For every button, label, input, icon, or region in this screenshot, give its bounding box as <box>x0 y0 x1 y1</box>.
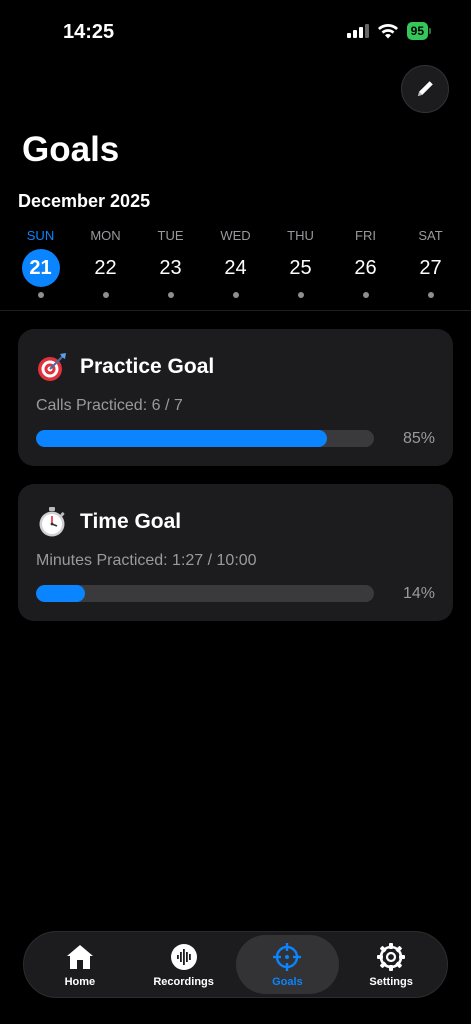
day-activity-dot <box>102 292 109 298</box>
day-sun[interactable]: SUN 21 <box>8 228 73 302</box>
day-number: 25 <box>289 256 312 279</box>
cellular-signal-icon <box>346 24 369 38</box>
tab-settings[interactable]: Settings <box>339 935 443 994</box>
day-number: 24 <box>224 256 247 279</box>
dart-target-icon <box>36 351 68 383</box>
day-name: TUE <box>157 228 184 243</box>
goal-title: Time Goal <box>80 510 182 533</box>
tab-bar: Home Recordings Goals Settings <box>23 931 448 998</box>
time-goal-card[interactable]: Time Goal Minutes Practiced: 1:27 / 10:0… <box>18 484 453 621</box>
tab-label: Settings <box>369 975 413 988</box>
gear-icon <box>376 942 406 972</box>
day-mon[interactable]: MON 22 <box>73 228 138 302</box>
day-activity-dot <box>232 292 239 298</box>
goal-title: Practice Goal <box>80 355 215 378</box>
day-name: MON <box>90 228 121 243</box>
day-activity-dot <box>37 292 44 298</box>
day-number: 22 <box>94 256 117 279</box>
day-activity-dot <box>362 292 369 298</box>
battery-level: 95 <box>406 22 428 40</box>
progress-percent: 85% <box>402 430 435 447</box>
practice-goal-card[interactable]: Practice Goal Calls Practiced: 6 / 7 85% <box>18 329 453 466</box>
goal-subtitle: Calls Practiced: 6 / 7 <box>36 397 183 414</box>
wifi-icon <box>377 24 398 39</box>
tab-label: Home <box>64 975 96 988</box>
progress-fill <box>36 430 327 447</box>
day-number: 27 <box>419 256 442 279</box>
month-label: December 2025 <box>18 191 151 211</box>
status-indicators: 95 <box>346 22 431 40</box>
divider <box>0 310 471 311</box>
waveform-icon <box>169 942 199 972</box>
day-activity-dot <box>167 292 174 298</box>
progress-fill <box>36 585 85 602</box>
progress-bar <box>36 585 374 602</box>
day-fri[interactable]: FRI 26 <box>333 228 398 302</box>
battery-icon: 95 <box>406 22 431 40</box>
tab-label: Recordings <box>153 975 214 988</box>
day-name: THU <box>287 228 314 243</box>
day-wed[interactable]: WED 24 <box>203 228 268 302</box>
day-thu[interactable]: THU 25 <box>268 228 333 302</box>
day-activity-dot <box>427 292 434 298</box>
day-name: WED <box>220 228 251 243</box>
day-name: SUN <box>26 228 55 243</box>
day-sat[interactable]: SAT 27 <box>398 228 463 302</box>
edit-goals-button[interactable] <box>401 65 449 113</box>
day-name: FRI <box>355 228 376 243</box>
status-time: 14:25 <box>63 21 115 43</box>
progress-percent: 14% <box>402 585 435 602</box>
day-number: 23 <box>159 256 182 279</box>
day-tue[interactable]: TUE 23 <box>138 228 203 302</box>
week-strip: SUN 21 MON 22 TUE 23 WED 24 THU 25 FRI 26 SAT 27 <box>8 228 463 302</box>
tab-label: Goals <box>272 975 303 988</box>
day-activity-dot <box>297 292 304 298</box>
page-title: Goals <box>22 130 120 169</box>
progress-bar <box>36 430 374 447</box>
tab-home[interactable]: Home <box>28 935 132 994</box>
crosshair-icon <box>272 942 302 972</box>
goal-subtitle: Minutes Practiced: 1:27 / 10:00 <box>36 552 257 569</box>
pencil-icon <box>418 81 433 96</box>
tab-goals[interactable]: Goals <box>235 935 340 994</box>
tab-recordings[interactable]: Recordings <box>132 935 236 994</box>
day-number: 21 <box>21 249 60 287</box>
day-number: 26 <box>354 256 377 279</box>
home-icon <box>65 942 95 972</box>
status-bar: 14:25 95 <box>0 0 471 60</box>
day-name: SAT <box>418 228 443 243</box>
stopwatch-icon <box>36 506 68 538</box>
